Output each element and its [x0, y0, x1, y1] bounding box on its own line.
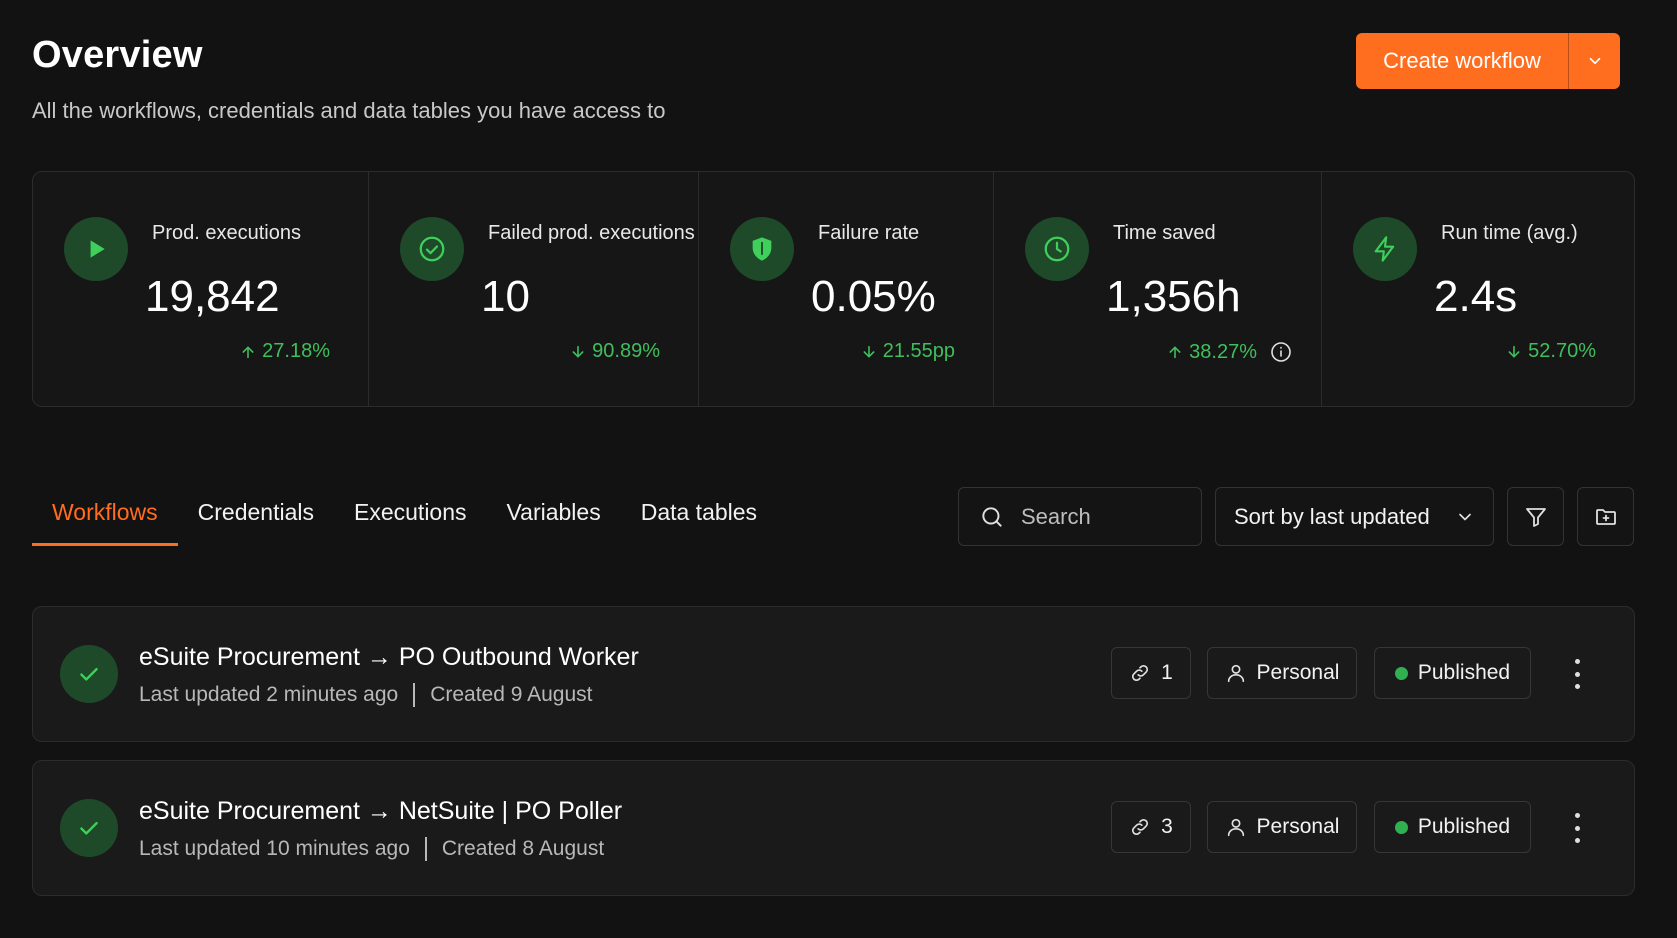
stat-delta: 52.70% — [1506, 340, 1596, 363]
stat-delta-value: 90.89% — [592, 340, 660, 362]
user-icon — [1227, 818, 1244, 837]
stat-delta-value: 21.55pp — [882, 340, 955, 362]
stat-value: 0.05% — [811, 272, 936, 321]
stat-prod-executions: Prod. executions 19,842 27.18% — [33, 172, 369, 406]
stat-value: 1,356h — [1106, 272, 1241, 321]
stat-run-time: Run time (avg.) 2.4s 52.70% — [1322, 172, 1634, 406]
workflow-owner-badge[interactable]: Personal — [1207, 801, 1357, 853]
tab-data-tables[interactable]: Data tables — [621, 494, 777, 546]
folder-plus-icon — [1595, 508, 1616, 525]
stat-delta-value: 38.27% — [1189, 340, 1257, 363]
workflow-menu-button[interactable] — [1571, 659, 1583, 689]
status-dot — [1394, 666, 1408, 680]
search-box — [958, 487, 1202, 546]
chevron-down-icon — [1589, 57, 1600, 65]
stat-time-saved: Time saved 1,356h 38.27% — [994, 172, 1322, 406]
play-icon — [64, 217, 128, 281]
stat-delta: 38.27% — [1167, 340, 1293, 364]
workflow-created: Created 8 August — [441, 837, 605, 860]
tab-variables[interactable]: Variables — [487, 494, 621, 546]
stat-value: 10 — [481, 272, 530, 321]
stat-label: Run time (avg.) — [1441, 222, 1578, 244]
lightning-icon — [1353, 217, 1417, 281]
workflow-owner: Personal — [1256, 815, 1340, 838]
workflow-status: Published — [1417, 661, 1511, 684]
workflow-card[interactable]: eSuite Procurement → PO Outbound Worker … — [32, 606, 1635, 742]
filter-button[interactable] — [1507, 487, 1564, 546]
workflow-name[interactable]: eSuite Procurement → PO Outbound Worker — [139, 643, 639, 672]
workflow-created: Created 9 August — [430, 683, 593, 706]
search-icon — [982, 506, 1002, 527]
check-icon — [60, 799, 118, 857]
workflow-status-badge[interactable]: Published — [1374, 647, 1531, 699]
stat-delta: 90.89% — [570, 340, 660, 363]
stat-delta: 21.55pp — [861, 340, 955, 363]
stat-delta: 27.18% — [240, 340, 330, 363]
stat-label: Failed prod. executions — [488, 222, 695, 244]
user-icon — [1227, 664, 1244, 683]
overview-tabs: Workflows Credentials Executions Variabl… — [32, 494, 777, 546]
workflow-meta: Last updated 10 minutes ago Created 8 Au… — [139, 837, 604, 861]
meta-divider — [413, 683, 416, 707]
stat-failed-executions: Failed prod. executions 10 90.89% — [369, 172, 699, 406]
create-workflow-button[interactable]: Create workflow — [1356, 33, 1568, 89]
meta-divider — [424, 837, 427, 861]
clock-icon — [1025, 217, 1089, 281]
overview-page: Overview All the workflows, credentials … — [0, 0, 1677, 938]
tab-credentials[interactable]: Credentials — [178, 494, 334, 546]
create-workflow-button-group: Create workflow — [1356, 33, 1620, 89]
workflow-status-badge[interactable]: Published — [1374, 801, 1531, 853]
sort-select-value: Sort by last updated — [1234, 503, 1430, 529]
add-folder-button[interactable] — [1577, 487, 1634, 546]
workflow-menu-button[interactable] — [1571, 813, 1583, 843]
arrow-down-icon — [1508, 345, 1520, 358]
stat-failure-rate: Failure rate 0.05% 21.55pp — [699, 172, 994, 406]
insights-summary: Prod. executions 19,842 27.18% Failed pr… — [32, 171, 1635, 407]
workflow-links-badge[interactable]: 3 — [1111, 801, 1191, 853]
workflow-links-count: 3 — [1161, 815, 1173, 838]
tab-workflows[interactable]: Workflows — [32, 494, 178, 546]
arrow-up-icon — [1169, 346, 1181, 359]
workflow-links-count: 1 — [1161, 661, 1173, 684]
workflow-owner-badge[interactable]: Personal — [1207, 647, 1357, 699]
filter-icon — [1525, 507, 1546, 527]
link-icon — [1132, 664, 1149, 682]
workflow-links-badge[interactable]: 1 — [1111, 647, 1191, 699]
workflow-status: Published — [1417, 815, 1511, 838]
stat-value: 2.4s — [1434, 272, 1518, 321]
page-title: Overview — [32, 34, 203, 76]
workflow-meta: Last updated 2 minutes ago Created 9 Aug… — [139, 683, 592, 707]
check-icon — [60, 645, 118, 703]
workflow-owner: Personal — [1256, 661, 1340, 684]
create-workflow-dropdown-button[interactable] — [1568, 33, 1620, 89]
arrow-down-icon — [863, 345, 875, 358]
workflow-updated: Last updated 2 minutes ago — [139, 683, 399, 706]
check-circle-icon — [400, 217, 464, 281]
status-dot — [1394, 820, 1408, 834]
info-icon[interactable] — [1269, 340, 1293, 364]
workflow-updated: Last updated 10 minutes ago — [139, 837, 410, 860]
stat-label: Time saved — [1113, 222, 1216, 244]
search-input[interactable] — [1021, 503, 1171, 530]
stat-value: 19,842 — [145, 272, 280, 321]
stat-delta-value: 27.18% — [262, 340, 330, 362]
shield-icon — [730, 217, 794, 281]
stat-label: Failure rate — [818, 222, 920, 244]
chevron-down-icon — [1459, 513, 1471, 520]
arrow-up-icon — [242, 345, 254, 358]
workflow-card[interactable]: eSuite Procurement → NetSuite | PO Polle… — [32, 760, 1635, 896]
sort-select[interactable]: Sort by last updated — [1215, 487, 1494, 546]
stat-delta-value: 52.70% — [1528, 340, 1596, 362]
tab-executions[interactable]: Executions — [334, 494, 487, 546]
workflow-name[interactable]: eSuite Procurement → NetSuite | PO Polle… — [139, 797, 622, 826]
stat-label: Prod. executions — [152, 222, 301, 244]
link-icon — [1132, 818, 1149, 836]
arrow-down-icon — [572, 345, 584, 358]
page-subtitle: All the workflows, credentials and data … — [32, 98, 666, 123]
